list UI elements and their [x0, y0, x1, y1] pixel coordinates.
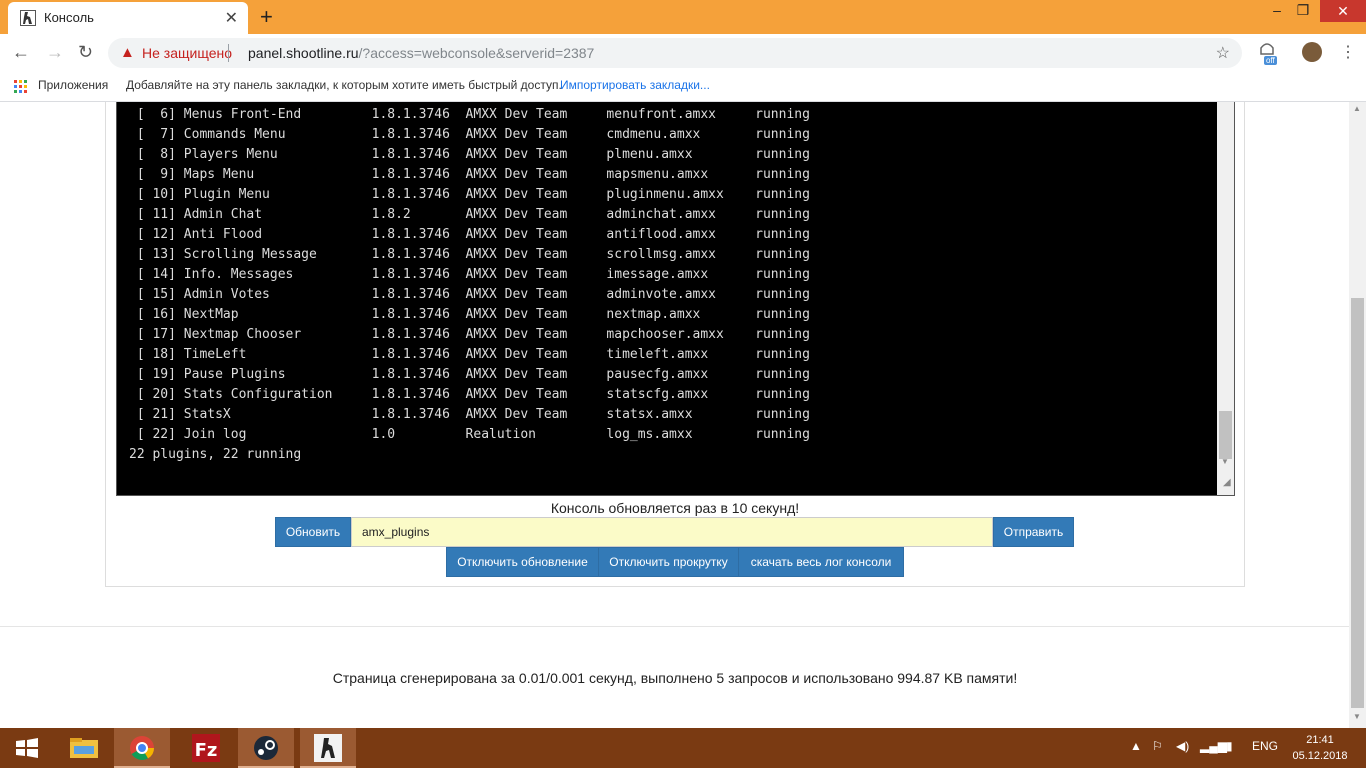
- console-line: [ 22] Join log 1.0 Realution log_ms.amxx…: [129, 427, 810, 442]
- bookmark-apps[interactable]: Приложения: [38, 78, 108, 92]
- clock[interactable]: 21:41 05.12.2018: [1290, 732, 1350, 764]
- url-text[interactable]: panel.shootline.ru/?access=webconsole&se…: [248, 45, 594, 61]
- console-scrollbar[interactable]: ▼ ◢: [1217, 102, 1234, 495]
- download-log-button[interactable]: скачать весь лог консоли: [738, 547, 904, 577]
- close-window-button[interactable]: ✕: [1320, 0, 1366, 22]
- update-note: Консоль обновляется раз в 10 секунд!: [550, 500, 800, 516]
- address-bar[interactable]: ▲ Не защищено panel.shootline.ru/?access…: [108, 38, 1242, 68]
- console-line: [ 11] Admin Chat 1.8.2 AMXX Dev Team adm…: [129, 207, 810, 222]
- console-summary: 22 plugins, 22 running: [129, 447, 302, 462]
- scroll-down-icon[interactable]: ▼: [1221, 457, 1229, 466]
- console-line: [ 7] Commands Menu 1.8.1.3746 AMXX Dev T…: [129, 127, 810, 142]
- page-scrollbar[interactable]: ▲ ▼: [1349, 102, 1366, 728]
- send-button[interactable]: Отправить: [993, 517, 1074, 547]
- console-line: [ 9] Maps Menu 1.8.1.3746 AMXX Dev Team …: [129, 167, 810, 182]
- console-line: [ 21] StatsX 1.8.1.3746 AMXX Dev Team st…: [129, 407, 810, 422]
- scroll-up-icon[interactable]: ▲: [1353, 104, 1361, 113]
- forward-icon[interactable]: →: [46, 42, 64, 63]
- page-scroll-thumb[interactable]: [1351, 298, 1364, 708]
- bookmarks-bar: Приложения Добавляйте на эту панель закл…: [0, 72, 1366, 102]
- console-line: [ 8] Players Menu 1.8.1.3746 AMXX Dev Te…: [129, 147, 810, 162]
- console-line: [ 18] TimeLeft 1.8.1.3746 AMXX Dev Team …: [129, 347, 810, 362]
- steam-icon[interactable]: [238, 728, 294, 768]
- network-flag-icon[interactable]: ⚐: [1152, 739, 1163, 753]
- taskbar: Fz ▲ ⚐ ◀) ▂▄▆ ▮ ENG 21:41 05.12.2018: [0, 728, 1366, 768]
- import-bookmarks-link[interactable]: Импортировать закладки...: [560, 78, 710, 92]
- signal-icon[interactable]: ▂▄▆: [1200, 739, 1227, 753]
- scroll-down-icon[interactable]: ▼: [1353, 712, 1361, 721]
- star-icon[interactable]: ☆: [1216, 43, 1230, 63]
- disable-scroll-button[interactable]: Отключить прокрутку: [598, 547, 739, 577]
- console-line: [ 14] Info. Messages 1.8.1.3746 AMXX Dev…: [129, 267, 810, 282]
- console-text: [ 5] Multi-Lingual System 1.8.1.3746 AMX…: [129, 102, 810, 465]
- page-content: [ 5] Multi-Lingual System 1.8.1.3746 AMX…: [0, 102, 1366, 728]
- svg-text:Fz: Fz: [195, 740, 218, 761]
- title-bar: Консоль ✕ + – ❐ ✕: [0, 0, 1366, 34]
- console-line: [ 19] Pause Plugins 1.8.1.3746 AMXX Dev …: [129, 367, 810, 382]
- tab-title: Консоль: [44, 10, 94, 25]
- console-line: [ 12] Anti Flood 1.8.1.3746 AMXX Dev Tea…: [129, 227, 810, 242]
- file-explorer-icon[interactable]: [56, 728, 112, 768]
- back-icon[interactable]: ←: [12, 42, 30, 63]
- tab-close-icon[interactable]: ✕: [225, 8, 238, 28]
- console-line: [ 13] Scrolling Message 1.8.1.3746 AMXX …: [129, 247, 810, 262]
- extension-badge: off: [1264, 56, 1277, 65]
- resize-handle-icon[interactable]: ◢: [1223, 477, 1231, 488]
- console-line: [ 20] Stats Configuration 1.8.1.3746 AMX…: [129, 387, 810, 402]
- console-line: [ 17] Nextmap Chooser 1.8.1.3746 AMXX De…: [129, 327, 810, 342]
- filezilla-icon[interactable]: Fz: [178, 728, 234, 768]
- footer-text: Страница сгенерирована за 0.01/0.001 сек…: [332, 670, 1018, 686]
- command-input[interactable]: amx_plugins: [351, 517, 993, 547]
- footer-divider: [0, 626, 1366, 627]
- new-tab-button[interactable]: +: [260, 4, 273, 30]
- windows-start-icon[interactable]: [0, 728, 56, 768]
- url-host: panel.shootline.ru: [248, 45, 359, 61]
- cs-favicon-icon: [20, 10, 36, 26]
- console-line: [ 16] NextMap 1.8.1.3746 AMXX Dev Team n…: [129, 307, 810, 322]
- url-path: /?access=webconsole&serverid=2387: [358, 45, 595, 61]
- extension-icon[interactable]: off: [1258, 42, 1278, 65]
- battery-icon[interactable]: ▮: [1226, 739, 1233, 753]
- maximize-button[interactable]: ❐: [1288, 2, 1318, 19]
- disable-update-button[interactable]: Отключить обновление: [446, 547, 599, 577]
- warning-icon: ▲: [120, 44, 135, 61]
- avatar[interactable]: [1302, 42, 1322, 62]
- menu-icon[interactable]: ⋮: [1340, 42, 1356, 62]
- bookmarks-hint: Добавляйте на эту панель закладки, к кот…: [126, 78, 562, 92]
- refresh-button[interactable]: Обновить: [275, 517, 351, 547]
- console-scroll-thumb[interactable]: [1219, 411, 1232, 459]
- console-line: [ 15] Admin Votes 1.8.1.3746 AMXX Dev Te…: [129, 287, 810, 302]
- omnibox-divider: [228, 44, 229, 62]
- console-line: [ 6] Menus Front-End 1.8.1.3746 AMXX Dev…: [129, 107, 810, 122]
- reload-icon[interactable]: ↻: [78, 42, 93, 63]
- browser-toolbar: ← → ↻ ▲ Не защищено panel.shootline.ru/?…: [0, 34, 1366, 72]
- clock-date: 05.12.2018: [1292, 750, 1348, 762]
- security-label[interactable]: Не защищено: [142, 45, 232, 61]
- clock-time: 21:41: [1306, 734, 1334, 746]
- counter-strike-icon[interactable]: [300, 728, 356, 768]
- tray-chevron-icon[interactable]: ▲: [1130, 739, 1142, 753]
- browser-tab[interactable]: Консоль ✕: [8, 2, 248, 34]
- language-indicator[interactable]: ENG: [1252, 739, 1278, 753]
- chrome-icon[interactable]: [114, 728, 170, 768]
- console-output[interactable]: [ 5] Multi-Lingual System 1.8.1.3746 AMX…: [116, 102, 1235, 496]
- console-line: [ 10] Plugin Menu 1.8.1.3746 AMXX Dev Te…: [129, 187, 810, 202]
- volume-icon[interactable]: ◀): [1176, 739, 1189, 753]
- apps-icon[interactable]: [14, 80, 28, 94]
